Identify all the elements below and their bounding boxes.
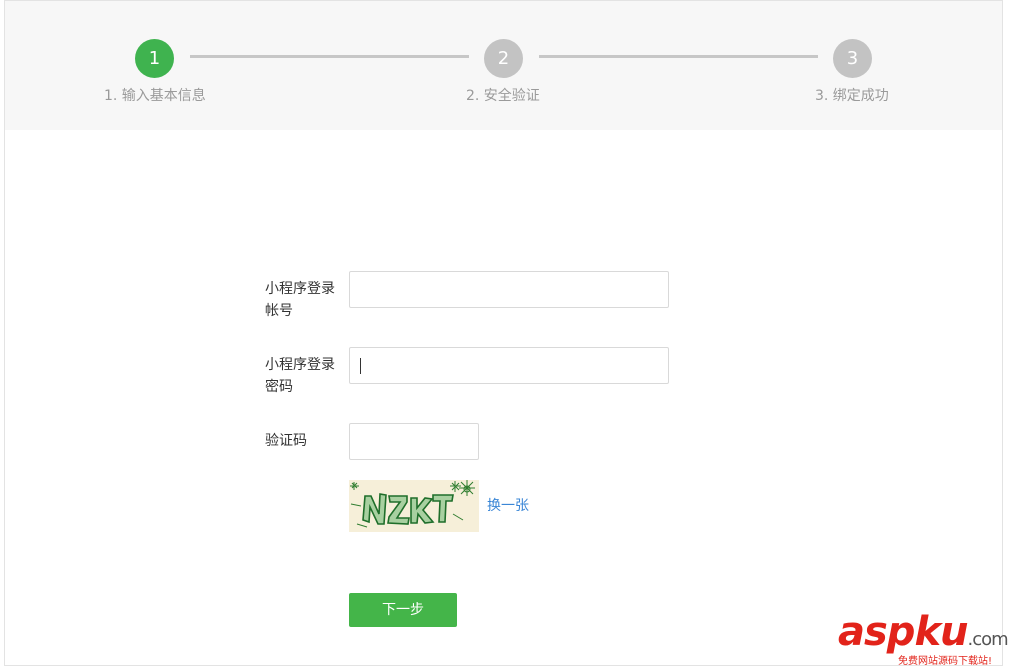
password-label-line2: 密码: [265, 379, 293, 395]
refresh-captcha-link[interactable]: 换一张: [487, 495, 529, 515]
password-label: 小程序登录 密码: [265, 354, 345, 398]
step-1-circle: 1: [135, 39, 174, 78]
step-2-circle: 2: [484, 39, 523, 78]
step-connector-1: [190, 55, 469, 58]
captcha-input[interactable]: [349, 423, 479, 460]
step-2-label: 2. 安全验证: [466, 88, 540, 104]
account-input[interactable]: [349, 271, 669, 308]
account-label-line2: 帐号: [265, 303, 293, 319]
password-input[interactable]: [349, 347, 669, 384]
watermark-subtitle: 免费网站源码下载站!: [898, 656, 993, 667]
account-label-line1: 小程序登录: [265, 281, 335, 297]
next-step-button[interactable]: 下一步: [349, 593, 457, 627]
step-1-label: 1. 输入基本信息: [104, 88, 206, 104]
step-3-label: 3. 绑定成功: [815, 88, 889, 104]
watermark-logo: aspku.com 免费网站源码下载站!: [838, 609, 1009, 667]
text-cursor: [360, 358, 361, 374]
watermark-text-ku: ku: [914, 609, 968, 655]
captcha-label: 验证码: [265, 433, 307, 449]
step-connector-2: [539, 55, 818, 58]
password-label-line1: 小程序登录: [265, 357, 335, 373]
watermark-text-suffix: .com: [967, 629, 1009, 650]
watermark-text-asp: asp: [838, 609, 915, 655]
captcha-graphic: [349, 480, 479, 532]
step-3-circle: 3: [833, 39, 872, 78]
account-label: 小程序登录 帐号: [265, 278, 345, 322]
captcha-image[interactable]: [349, 480, 479, 532]
